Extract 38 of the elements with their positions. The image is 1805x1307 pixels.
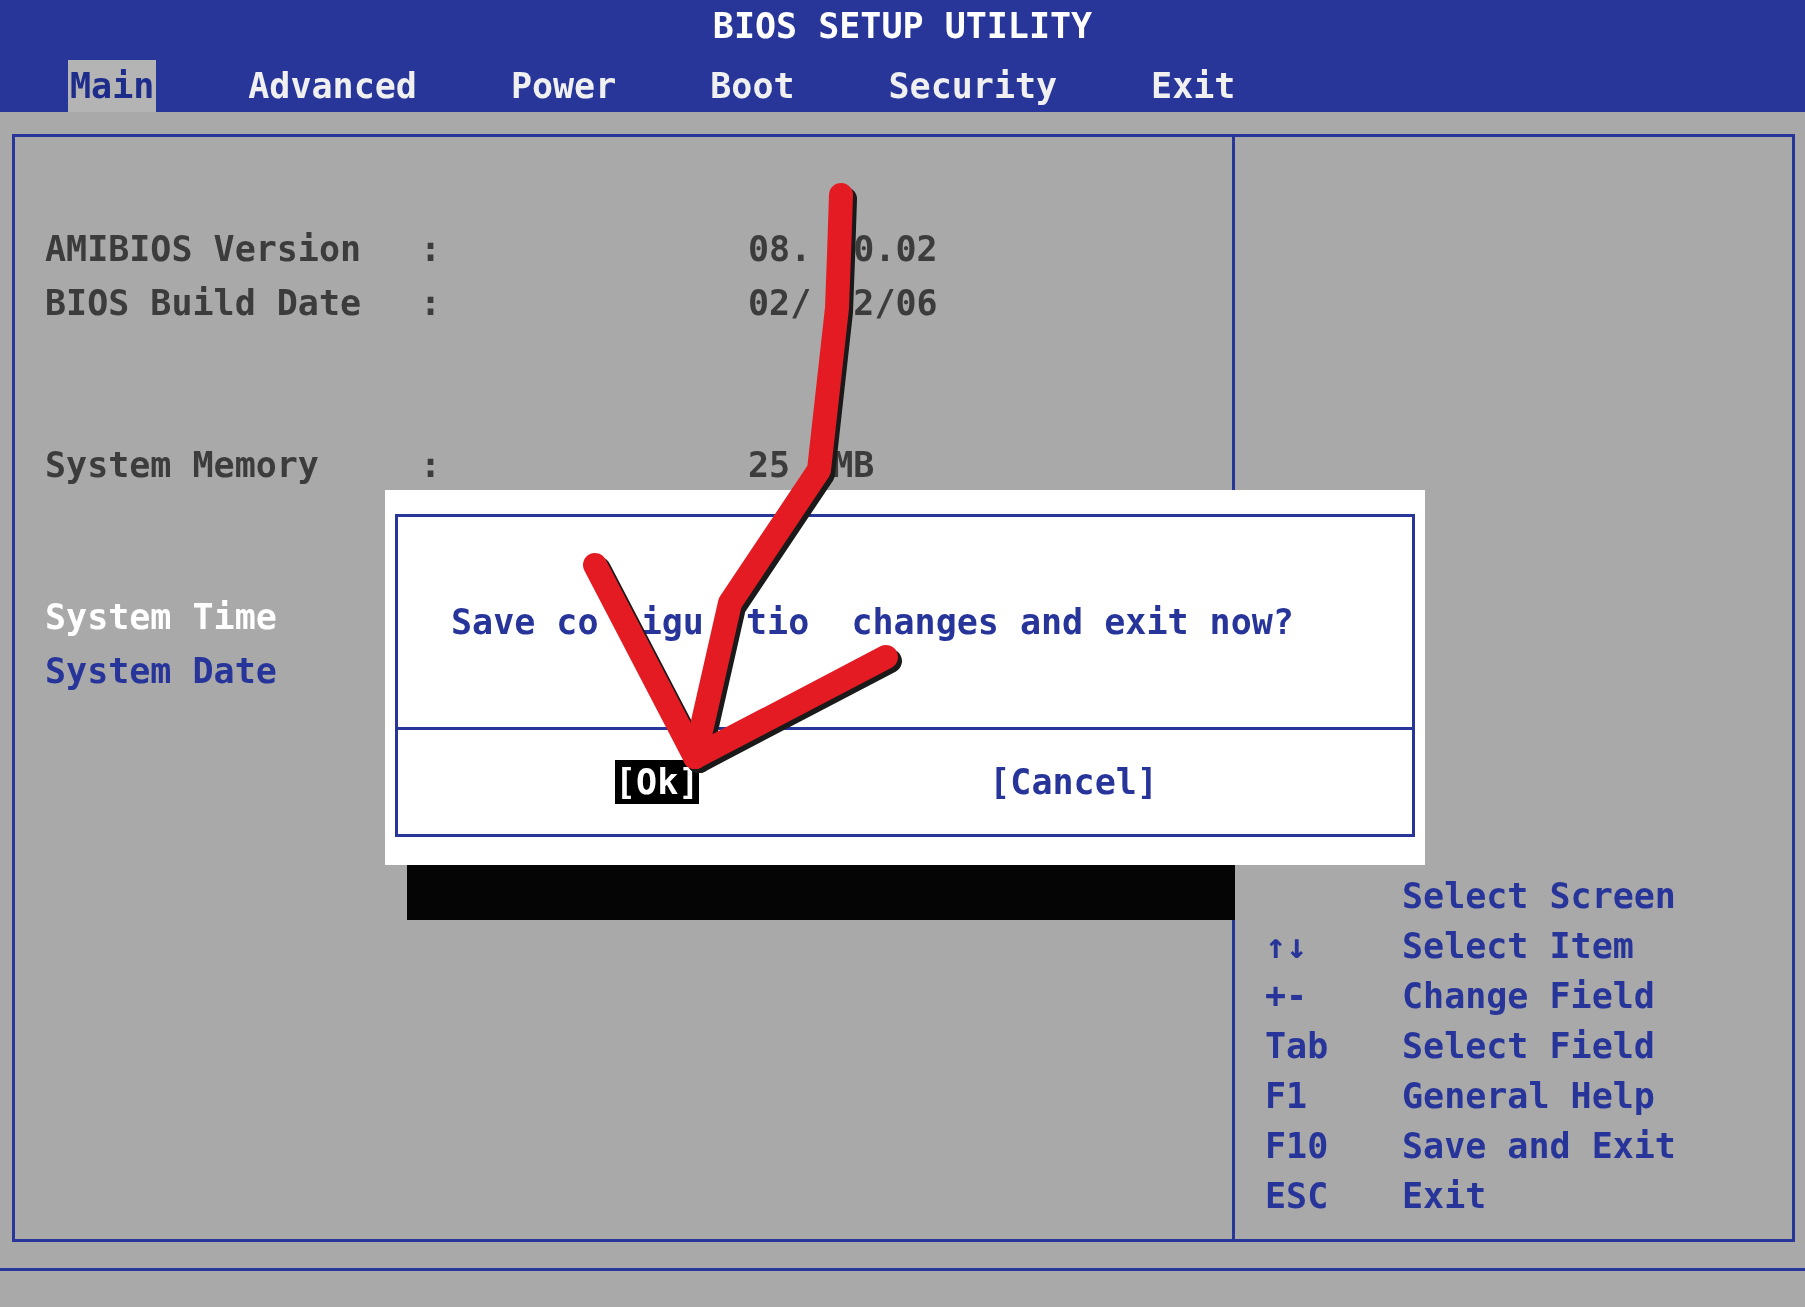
menu-tab[interactable]: Power: [508, 60, 619, 112]
dialog-button[interactable]: [Cancel]: [989, 760, 1158, 804]
info-value: 08.: [748, 229, 812, 269]
key-label: F10: [1265, 1126, 1330, 1166]
separator: :: [420, 229, 443, 269]
info-value: 0.02: [853, 229, 938, 269]
key-label: +-: [1265, 976, 1309, 1016]
help-text: Select Field: [1402, 1026, 1656, 1066]
info-value: 25: [748, 445, 791, 485]
info-label: BIOS Build Date: [45, 283, 363, 323]
info-value: 2/06: [853, 283, 938, 323]
help-text: Select Screen: [1402, 876, 1677, 916]
info-label: System Memory: [45, 445, 320, 485]
separator: :: [420, 283, 443, 323]
dialog-message: Save co: [451, 602, 599, 642]
setting-item[interactable]: System Date: [45, 644, 277, 698]
menu-tab[interactable]: Main: [68, 60, 157, 112]
window-title: BIOS SETUP UTILITY: [712, 6, 1093, 46]
dialog-button[interactable]: [Ok]: [615, 760, 700, 804]
dialog-message: changes and exit now?: [851, 602, 1294, 642]
info-value: 02/: [748, 283, 812, 323]
key-label: ↑↓: [1265, 926, 1309, 966]
separator: :: [420, 445, 443, 485]
info-label: AMIBIOS Version: [45, 229, 363, 269]
key-label: ESC: [1265, 1176, 1330, 1216]
help-text: Select Item: [1402, 926, 1635, 966]
help-text: Change Field: [1402, 976, 1656, 1016]
menu-tab[interactable]: Exit: [1149, 60, 1238, 112]
dialog-message: tio: [746, 602, 810, 642]
menu-tab[interactable]: Boot: [708, 60, 797, 112]
help-text: General Help: [1402, 1076, 1656, 1116]
menu-tab[interactable]: Security: [886, 60, 1060, 112]
menu-tab[interactable]: Advanced: [246, 60, 419, 112]
dialog-message: igu: [640, 602, 704, 642]
help-text: Save and Exit: [1402, 1126, 1677, 1166]
help-text: Exit: [1402, 1176, 1488, 1216]
key-label: Tab: [1265, 1026, 1330, 1066]
key-label: F1: [1265, 1076, 1309, 1116]
